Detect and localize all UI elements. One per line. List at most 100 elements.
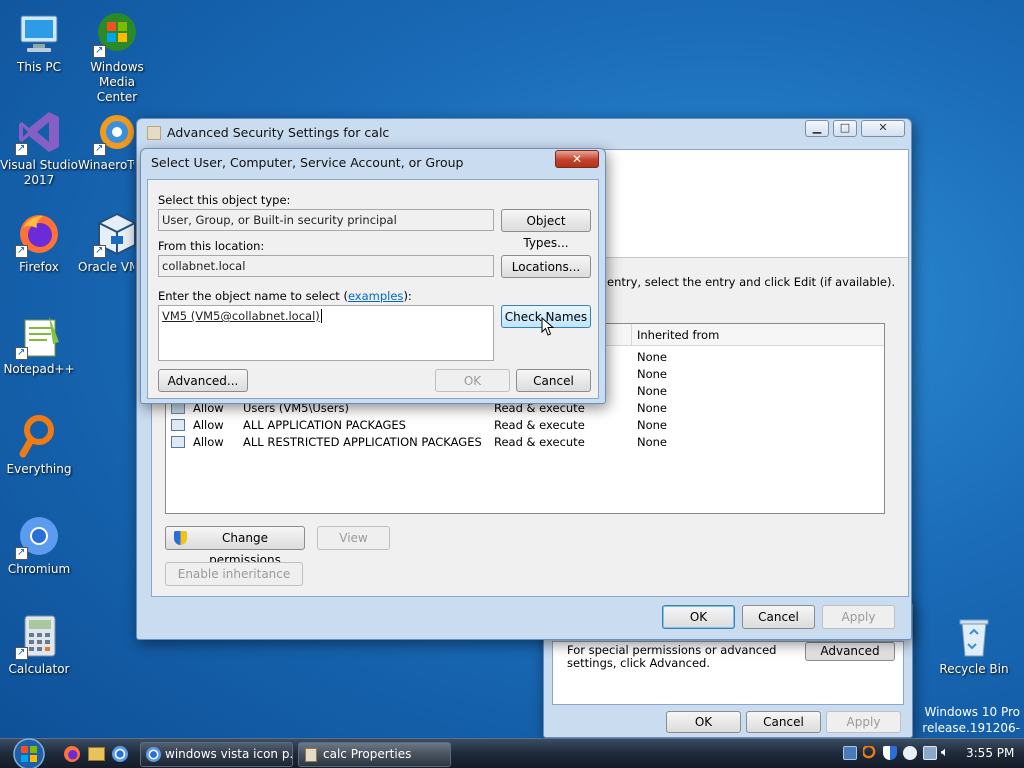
computer-icon [15,10,63,58]
table-row[interactable]: Allow ALL RESTRICTED APPLICATION PACKAGE… [166,434,884,451]
properties-apply-button[interactable]: Apply [826,711,901,733]
maximize-button[interactable]: □ [833,120,857,137]
desktop-icon-everything[interactable]: Everything [0,412,78,477]
row-type: Allow [193,418,224,432]
quicklaunch-chromium-icon[interactable] [112,746,128,762]
column-inherited-from[interactable]: Inherited from [637,328,719,342]
row-inherited: None [637,401,668,415]
advanced-ok-button[interactable]: OK [662,605,735,629]
visual-studio-icon [15,108,63,156]
desktop-icon-label: WinaeroTweaker - Shortcut [78,158,134,172]
dialog-advanced-button[interactable]: Advanced... [158,369,248,392]
properties-info-text: For special permissions or advanced sett… [567,643,777,670]
location-label: From this location: [158,239,265,253]
taskbar-clock[interactable]: 3:55 PM [966,746,1014,760]
object-type-field: User, Group, or Built-in security princi… [158,209,494,231]
change-permissions-button[interactable]: Change permissions [165,526,305,567]
row-type: Allow [193,435,224,449]
calculator-icon [15,612,63,660]
dialog-close-button[interactable]: ✕ [555,150,599,168]
row-access: Read & execute [494,418,585,432]
object-name-label: Enter the object name to select (example… [158,289,412,303]
desktop-icon-label: Firefox [19,260,59,274]
desktop-icon-label: Notepad++ [3,362,75,376]
taskbar-item-label: windows vista icon p... [165,747,293,761]
object-types-button[interactable]: Object Types... [501,209,591,250]
close-button[interactable]: ✕ [861,120,905,137]
desktop-icon-this-pc[interactable]: This PC [0,10,78,75]
quicklaunch-firefox-icon[interactable] [64,746,80,762]
select-user-dialog[interactable]: Select User, Computer, Service Account, … [140,148,606,404]
virtualbox-icon [93,210,141,258]
row-principal: ALL APPLICATION PACKAGES [243,418,406,432]
properties-client: For special permissions or advanced sett… [552,641,904,705]
taskbar-item-browser[interactable]: windows vista icon p... [140,742,293,767]
object-type-label: Select this object type: [158,193,291,207]
taskbar-item-label: calc Properties [323,747,412,761]
examples-link[interactable]: examples [348,289,404,303]
minimize-button[interactable]: ▁ [805,120,829,137]
select-dialog-title: Select User, Computer, Service Account, … [151,155,464,170]
firefox-icon [15,210,63,258]
desktop-icon-label: Everything [6,462,72,476]
desktop-icon-recycle-bin[interactable]: Recycle Bin [932,612,1016,677]
uac-shield-icon [174,531,187,545]
row-principal: ALL RESTRICTED APPLICATION PACKAGES [243,435,482,449]
dialog-cancel-button[interactable]: Cancel [516,369,591,392]
desktop-icon-windows-media-center[interactable]: Windows Media Center [78,10,156,105]
desktop-icon-label: Visual Studio 2017 [0,158,78,187]
object-name-value: VM5 (VM5@collabnet.local) [162,309,322,323]
taskbar-item-calc-properties[interactable]: calc Properties [298,742,451,767]
magnifier-icon [15,412,63,460]
advanced-apply-button[interactable]: Apply [822,605,895,629]
quicklaunch-explorer-icon[interactable] [88,747,105,761]
tray-lan-icon[interactable] [923,746,937,760]
package-icon [171,436,185,448]
desktop-icon-notepad-plus-plus[interactable]: Notepad++ [0,312,78,377]
taskbar: windows vista icon p... calc Properties … [0,738,1024,768]
notepad-plus-plus-icon [15,312,63,360]
table-row[interactable]: Allow ALL APPLICATION PACKAGES Read & ex… [166,417,884,434]
view-button[interactable]: View [317,526,390,550]
locations-button[interactable]: Locations... [501,255,591,278]
tray-search-icon[interactable] [863,746,877,760]
windows-logo-icon [13,738,45,768]
desktop-icon-visual-studio[interactable]: Visual Studio 2017 [0,108,78,188]
start-button[interactable] [8,737,50,768]
advanced-cancel-button[interactable]: Cancel [742,605,815,629]
desktop-icon-calculator[interactable]: Calculator [0,612,78,677]
properties-icon [305,748,317,762]
chromium-icon [15,512,63,560]
winaero-tweaker-icon [93,108,141,156]
properties-ok-button[interactable]: OK [666,711,741,733]
properties-cancel-button[interactable]: Cancel [746,711,821,733]
dialog-ok-button[interactable]: OK [435,369,510,392]
desktop-icon-label: Windows Media Center [90,60,144,104]
object-name-label-suffix: ): [403,289,412,303]
row-inherited: None [637,384,668,398]
folder-icon [147,126,161,140]
row-access: Read & execute [494,435,585,449]
desktop-icon-chromium[interactable]: Chromium [0,512,78,577]
desktop-icon-firefox[interactable]: Firefox [0,210,78,275]
properties-advanced-button[interactable]: Advanced [805,642,895,661]
advanced-window-title: Advanced Security Settings for calc [167,125,390,140]
instruction-text: entry, select the entry and click Edit (… [607,275,896,289]
object-name-input[interactable]: VM5 (VM5@collabnet.local) [158,305,494,361]
chromium-icon [146,747,161,762]
tray-network-icon[interactable] [843,746,857,760]
enable-inheritance-button[interactable]: Enable inheritance [165,562,303,586]
tray-shield-icon[interactable] [883,746,897,760]
row-inherited: None [637,350,668,364]
object-name-label-prefix: Enter the object name to select ( [158,289,348,303]
desktop-icon-label: This PC [17,60,61,74]
watermark-line1: Windows 10 Pro [924,705,1020,719]
desktop-icon-label: Recycle Bin [939,662,1009,676]
mouse-cursor-icon [541,316,555,337]
tray-volume-icon[interactable]: 🔈︎ [941,745,949,760]
package-icon [171,419,185,431]
row-inherited: None [637,418,668,432]
tray-cloud-icon[interactable] [903,746,917,760]
desktop-icon-label: Chromium [7,562,71,576]
desktop-icon-label: Oracle VM VirtualBox [78,260,134,274]
